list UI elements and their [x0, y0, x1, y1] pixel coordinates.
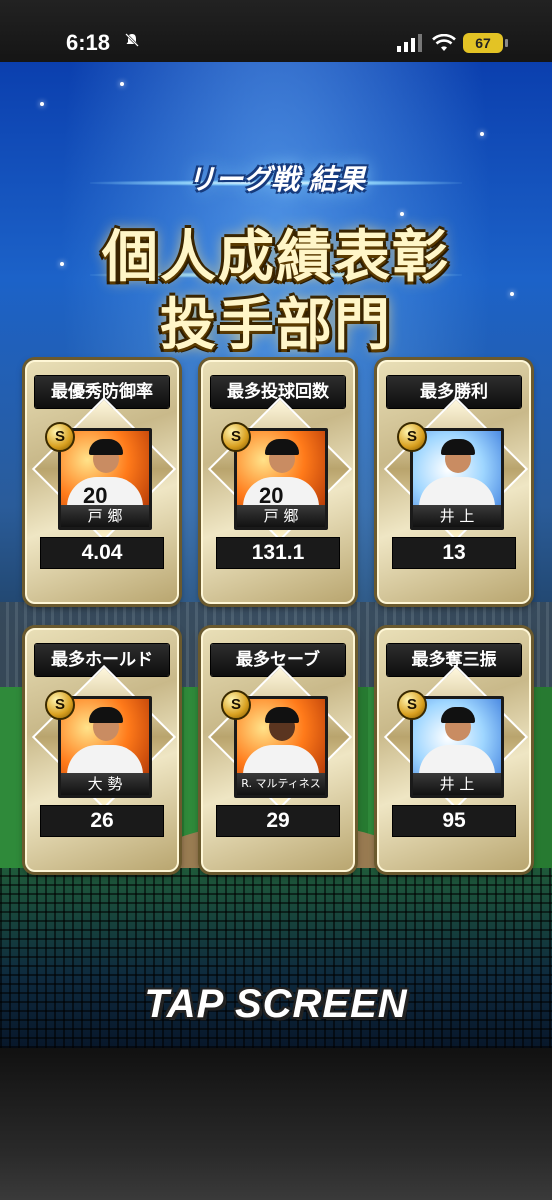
- player-name: R. マルティネス: [237, 773, 325, 795]
- status-time: 6:18: [66, 30, 111, 55]
- player-name: 大 勢: [61, 773, 149, 795]
- rank-s-badge: S: [221, 690, 251, 720]
- player-name: 井 上: [413, 773, 501, 795]
- award-value: 13: [393, 538, 515, 568]
- wifi-icon: [432, 34, 456, 51]
- sparkle: [120, 82, 124, 86]
- rank-s-badge: S: [45, 690, 75, 720]
- award-card-saves[interactable]: 最多セーブ S R. マルティネス 29: [201, 628, 355, 872]
- award-card-wins[interactable]: 最多勝利 S 井 上 13: [377, 360, 531, 604]
- award-card-holds[interactable]: 最多ホールド S 大 勢 26: [25, 628, 179, 872]
- award-card-innings[interactable]: 最多投球回数 S 20 戸 郷 131.1: [201, 360, 355, 604]
- award-value: 131.1: [217, 538, 339, 568]
- player-name: 戸 郷: [237, 505, 325, 527]
- sparkle: [480, 132, 484, 136]
- player-cap: [89, 439, 123, 455]
- player-cap: [89, 707, 123, 723]
- rank-s-badge: S: [397, 422, 427, 452]
- player-name: 戸 郷: [61, 505, 149, 527]
- pitching-division-title: 投手部門: [160, 293, 392, 358]
- player-cap: [441, 707, 475, 723]
- cellular-signal-icon: [397, 34, 422, 52]
- sparkle: [40, 102, 44, 106]
- award-card-strikeouts[interactable]: 最多奪三振 S 井 上 95: [377, 628, 531, 872]
- rank-s-badge: S: [397, 690, 427, 720]
- award-value: 95: [393, 806, 515, 836]
- player-cap: [441, 439, 475, 455]
- player-cap: [265, 439, 299, 455]
- battery-indicator: 67: [463, 33, 508, 53]
- muted-bell-icon: [125, 33, 139, 47]
- award-value: 26: [41, 806, 163, 836]
- results-subtitle: リーグ戦 結果: [187, 163, 365, 196]
- player-name: 井 上: [413, 505, 501, 527]
- award-value: 29: [217, 806, 339, 836]
- rank-s-badge: S: [45, 422, 75, 452]
- rank-s-badge: S: [221, 422, 251, 452]
- game-screen[interactable]: リーグ戦 結果 個人成績表彰 投手部門 最優秀防御率 S 20 戸 郷 4.04…: [0, 62, 552, 1048]
- bottom-bar: [0, 1048, 552, 1200]
- tap-screen-prompt[interactable]: TAP SCREEN: [0, 982, 552, 1027]
- player-cap: [265, 707, 299, 723]
- award-card-era[interactable]: 最優秀防御率 S 20 戸 郷 4.04: [25, 360, 179, 604]
- status-bar: 6:18 67: [0, 0, 552, 62]
- award-value: 4.04: [41, 538, 163, 568]
